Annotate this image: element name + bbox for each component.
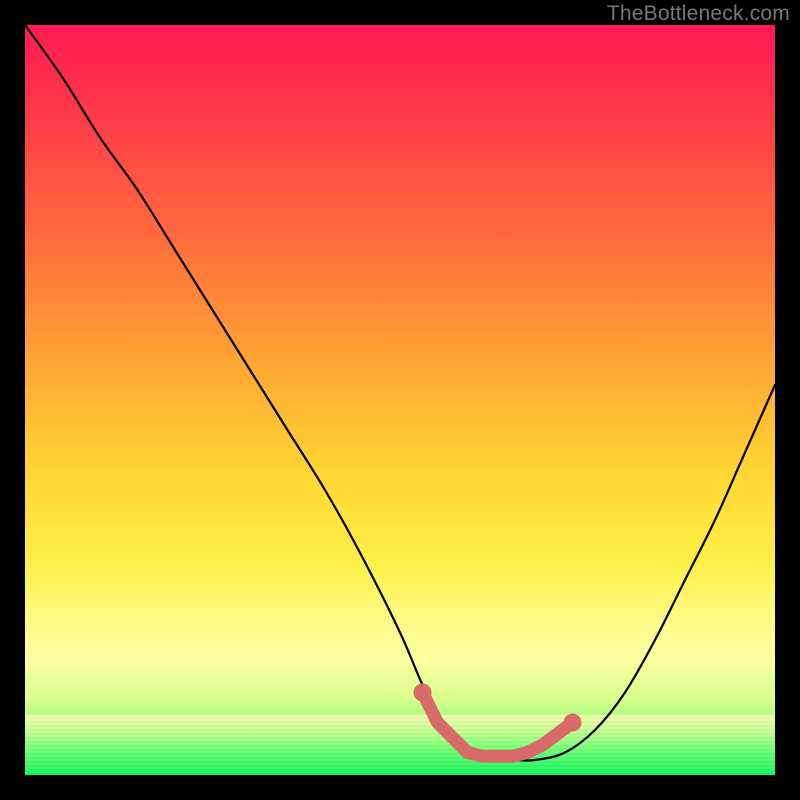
curve-layer [25,25,775,775]
marker-dot [462,747,474,759]
marker-connector [423,693,573,757]
marker-dot [522,747,534,759]
marker-dot [564,714,582,732]
watermark-text: TheBottleneck.com [607,2,790,26]
marker-dot [432,717,444,729]
bottleneck-curve [25,25,775,761]
marker-dot [414,684,432,702]
marker-dot [492,750,504,762]
marker-dot [507,750,519,762]
chart-frame: TheBottleneck.com [0,0,800,800]
marker-group [414,684,582,763]
marker-dot [477,750,489,762]
marker-dot [537,739,549,751]
marker-dot [447,732,459,744]
plot-area [25,25,775,775]
